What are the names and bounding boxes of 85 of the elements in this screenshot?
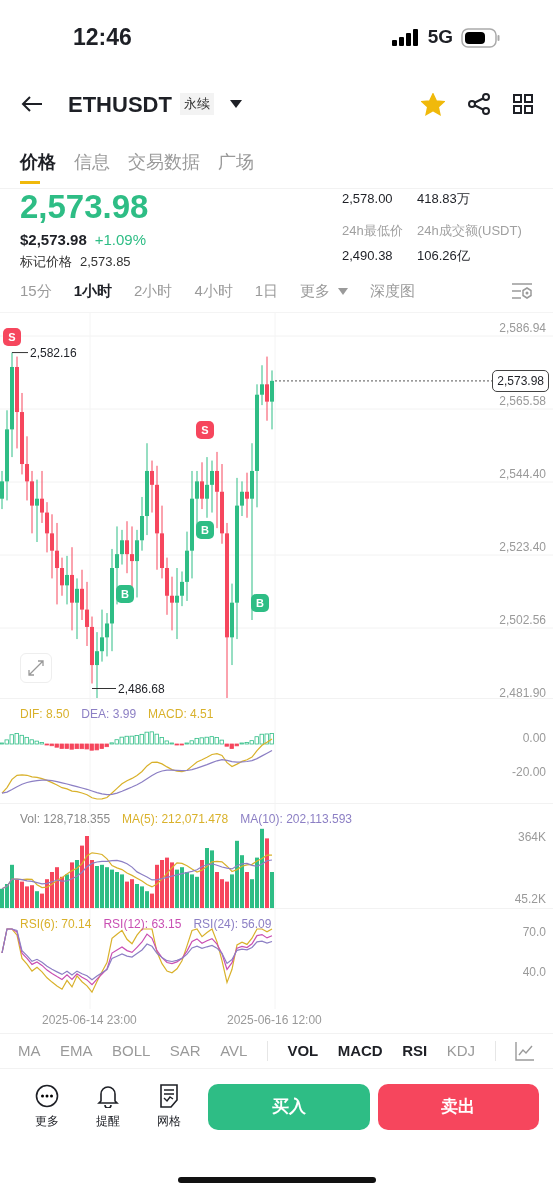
indicator-tab[interactable]: EMA bbox=[60, 1039, 93, 1063]
stat-value: 106.26亿 bbox=[417, 246, 471, 265]
low-price-label: 2,486.68 bbox=[118, 680, 165, 698]
grid-menu-icon[interactable] bbox=[513, 94, 533, 114]
mark-price-label: 标记价格 bbox=[20, 252, 72, 271]
buy-marker: B bbox=[116, 585, 134, 603]
rsi-axis-label: 40.0 bbox=[522, 964, 546, 981]
stat-value: 2,578.00 bbox=[342, 190, 394, 208]
volume-legend-label: MA(5): 212,071.478 bbox=[122, 811, 229, 828]
back-icon[interactable] bbox=[20, 95, 44, 113]
time-axis-label: 2025-06-14 23:00 bbox=[42, 1012, 137, 1029]
leader-line bbox=[91, 688, 117, 689]
interval-tab[interactable]: 2小时 bbox=[134, 279, 173, 303]
buy-marker: B bbox=[251, 594, 269, 612]
document-icon bbox=[159, 1083, 180, 1108]
rsi-legend-label: RSI(6): 70.14 bbox=[20, 916, 92, 933]
stat-value: 2,490.38 bbox=[342, 246, 394, 265]
symbol-title: ETHUSDT bbox=[68, 90, 172, 119]
interval-tab[interactable]: 15分 bbox=[20, 279, 52, 303]
sell-button[interactable]: 卖出 bbox=[377, 1083, 539, 1130]
network-label: 5G bbox=[427, 25, 453, 50]
rsi-legend-label: RSI(12): 63.15 bbox=[103, 916, 182, 933]
price-axis-label: 2,586.94 bbox=[499, 320, 546, 337]
price-axis-label: 2,502.56 bbox=[499, 612, 546, 629]
macd-axis-label: 0.00 bbox=[522, 730, 546, 747]
signal-icon bbox=[391, 29, 420, 46]
share-icon[interactable] bbox=[467, 92, 491, 116]
rsi-legend-label: RSI(24): 56.09 bbox=[193, 916, 272, 933]
tab[interactable]: 广场 bbox=[218, 137, 254, 184]
action-button[interactable]: 提醒 bbox=[85, 1083, 131, 1130]
indicator-tab[interactable]: MA bbox=[18, 1039, 41, 1063]
interval-tab[interactable]: 4小时 bbox=[194, 279, 233, 303]
indicator-tab[interactable]: AVL bbox=[220, 1039, 248, 1063]
action-button[interactable]: 网格 bbox=[146, 1083, 193, 1130]
usd-price: $2,573.98 bbox=[20, 230, 87, 251]
favorite-star-icon[interactable] bbox=[421, 92, 445, 116]
macd-axis-label: -20.00 bbox=[511, 764, 546, 781]
high-price-label: 2,582.16 bbox=[30, 344, 77, 362]
status-time: 12:46 bbox=[73, 23, 132, 53]
mark-price-value: 2,573.85 bbox=[80, 252, 131, 271]
dropdown-caret-icon[interactable] bbox=[229, 100, 242, 108]
sell-marker: S bbox=[196, 421, 214, 439]
indicator-tab[interactable]: SAR bbox=[169, 1039, 201, 1063]
tab[interactable]: 信息 bbox=[74, 137, 110, 184]
price-axis-label: 2,544.40 bbox=[499, 466, 546, 483]
macd-legend-label: DIF: 8.50 bbox=[20, 706, 70, 723]
indicator-tab[interactable]: RSI bbox=[402, 1039, 428, 1063]
vol-axis-label: 45.2K bbox=[514, 891, 546, 908]
battery-icon bbox=[461, 27, 501, 48]
last-price-tag: 2,573.98 bbox=[492, 369, 549, 392]
price-axis-label: 2,481.90 bbox=[499, 685, 546, 702]
time-axis-label: 2025-06-16 12:00 bbox=[227, 1012, 322, 1029]
price-axis-label: 2,565.58 bbox=[499, 393, 546, 410]
indicator-tab[interactable]: BOLL bbox=[112, 1039, 151, 1063]
indicator-tab[interactable]: KDJ bbox=[446, 1039, 476, 1063]
tab[interactable]: 交易数据 bbox=[128, 137, 200, 184]
volume-legend-label: Vol: 128,718.355 bbox=[20, 811, 111, 828]
macd-legend-label: DEA: 3.99 bbox=[81, 706, 137, 723]
indicator-settings-icon[interactable] bbox=[515, 1041, 535, 1061]
more-dropdown[interactable]: 更多 bbox=[300, 279, 349, 303]
bell-icon bbox=[97, 1083, 120, 1108]
indicator-tab[interactable]: VOL bbox=[287, 1039, 319, 1063]
caret-icon bbox=[338, 287, 349, 295]
last-price: 2,573.98 bbox=[20, 189, 150, 226]
rsi-axis-label: 70.0 bbox=[522, 924, 546, 941]
indicator-tab[interactable]: MACD bbox=[337, 1039, 383, 1063]
stat-label: 24h最低价 bbox=[342, 222, 404, 241]
sell-marker: S bbox=[3, 328, 21, 346]
vol-axis-label: 364K bbox=[517, 829, 546, 846]
volume-legend-label: MA(10): 202,113.593 bbox=[240, 811, 353, 828]
stat-value: 418.83万 bbox=[417, 190, 471, 208]
stat-label: 24h成交额(USDT) bbox=[417, 222, 523, 241]
action-button[interactable]: 更多 bbox=[24, 1083, 70, 1130]
depth-chart-tab[interactable]: 深度图 bbox=[370, 279, 416, 303]
interval-tab[interactable]: 1日 bbox=[254, 279, 279, 303]
chart-settings-icon[interactable] bbox=[511, 282, 533, 300]
buy-marker: B bbox=[196, 521, 214, 539]
more-icon bbox=[34, 1083, 59, 1108]
leader-line bbox=[11, 352, 29, 354]
price-axis-label: 2,523.40 bbox=[499, 539, 546, 556]
interval-tab[interactable]: 1小时 bbox=[73, 279, 113, 303]
contract-tag: 永续 bbox=[179, 93, 214, 115]
macd-legend-label: MACD: 4.51 bbox=[148, 706, 214, 723]
buy-button[interactable]: 买入 bbox=[208, 1083, 370, 1130]
price-change: +1.09% bbox=[94, 230, 147, 251]
